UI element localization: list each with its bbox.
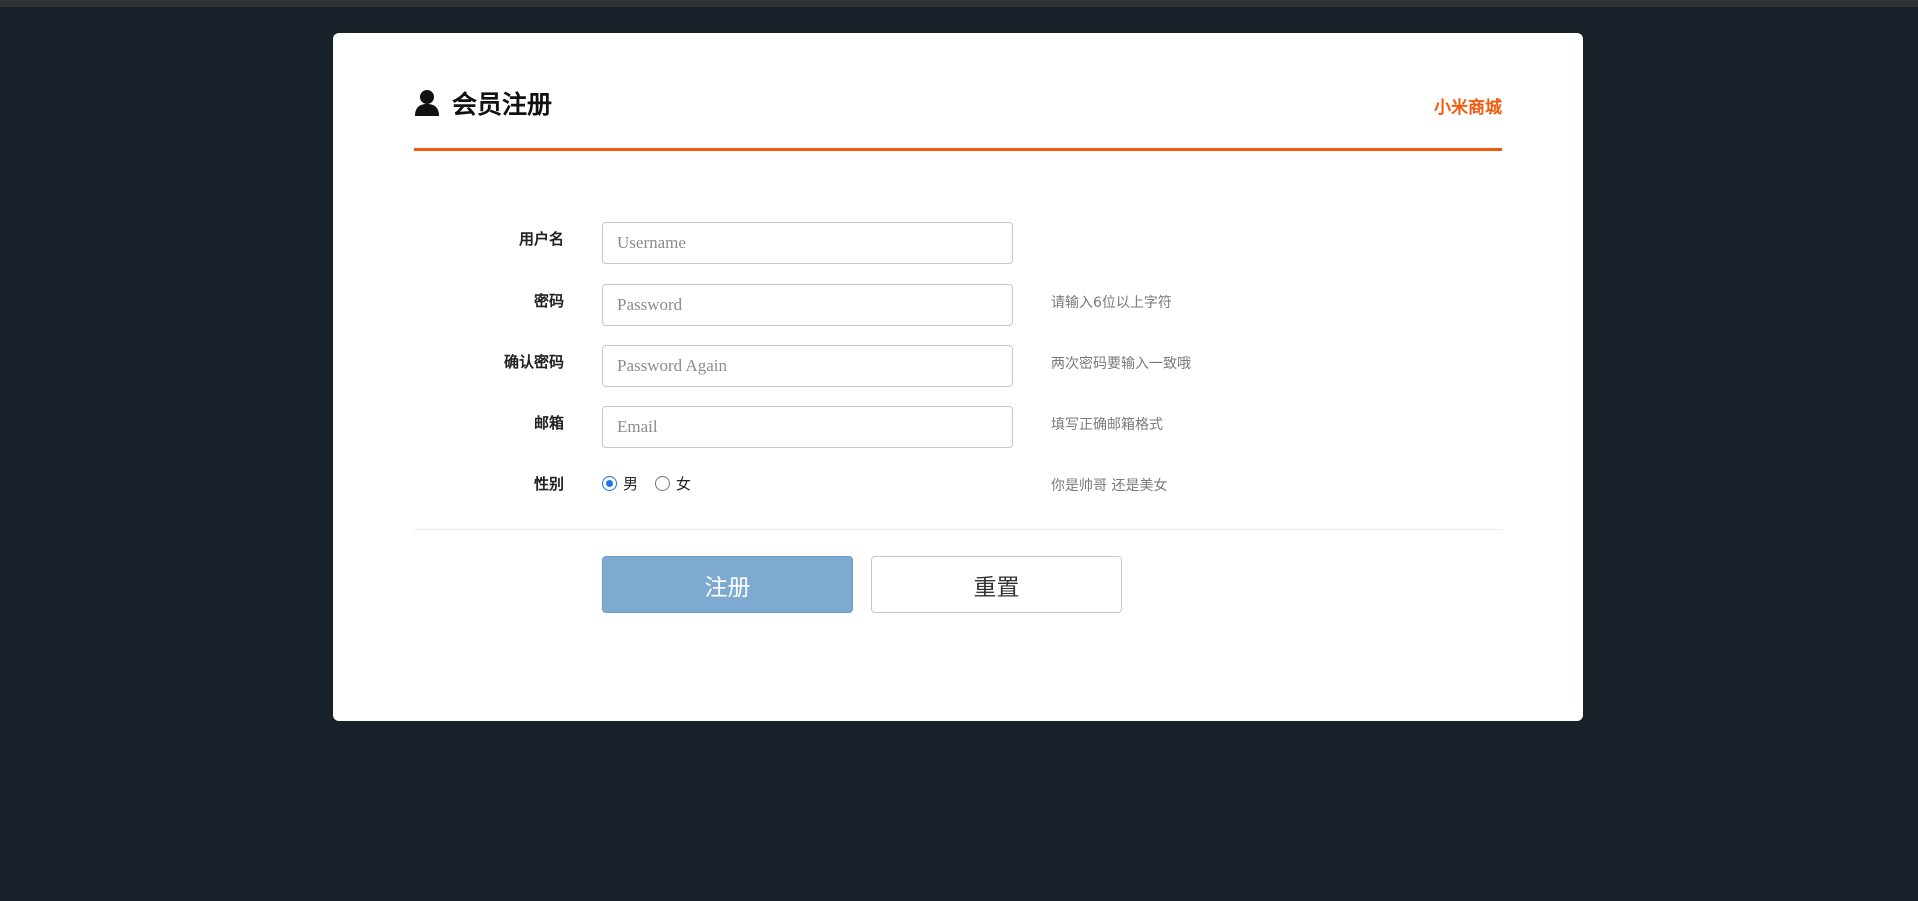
username-input[interactable] <box>602 222 1013 264</box>
gender-label: 性别 <box>533 475 564 493</box>
page-title-text: 会员注册 <box>452 90 553 119</box>
gender-option-male-label[interactable]: 男 <box>623 473 638 494</box>
username-row: 用户名 <box>333 222 1583 266</box>
password-hint: 请输入6位以上字符 <box>1051 295 1172 311</box>
gender-radio-group: 男 女 <box>602 473 708 494</box>
username-label: 用户名 <box>518 230 564 248</box>
gender-hint: 你是帅哥 还是美女 <box>1051 478 1168 494</box>
registration-card: 会员注册 小米商城 用户名 密码 请输入6位以上字符 确认密码 两次密码要输入一… <box>333 33 1583 721</box>
password-input[interactable] <box>602 284 1013 326</box>
page-title: 会员注册 <box>414 88 553 119</box>
password-again-hint: 两次密码要输入一致哦 <box>1051 356 1191 372</box>
reset-button[interactable]: 重置 <box>871 556 1122 613</box>
email-label: 邮箱 <box>533 414 564 432</box>
email-row: 邮箱 填写正确邮箱格式 <box>333 406 1583 450</box>
gender-option-female-label[interactable]: 女 <box>676 473 691 494</box>
password-again-input[interactable] <box>602 345 1013 387</box>
gender-radio-female[interactable] <box>655 476 671 491</box>
password-label: 密码 <box>533 292 564 310</box>
email-input[interactable] <box>602 406 1013 448</box>
card-header: 会员注册 小米商城 <box>414 55 1502 151</box>
gender-row: 性别 男 女 你是帅哥 还是美女 <box>333 467 1583 511</box>
email-hint: 填写正确邮箱格式 <box>1051 417 1163 433</box>
brand-link[interactable]: 小米商城 <box>1434 93 1502 118</box>
gender-radio-male[interactable] <box>602 476 617 491</box>
password-again-row: 确认密码 两次密码要输入一致哦 <box>333 345 1583 389</box>
password-again-label: 确认密码 <box>503 353 564 371</box>
top-edge-strip <box>0 0 1918 7</box>
password-row: 密码 请输入6位以上字符 <box>333 284 1583 328</box>
user-icon <box>414 89 440 117</box>
register-button[interactable]: 注册 <box>602 556 853 613</box>
form-divider <box>414 529 1502 530</box>
